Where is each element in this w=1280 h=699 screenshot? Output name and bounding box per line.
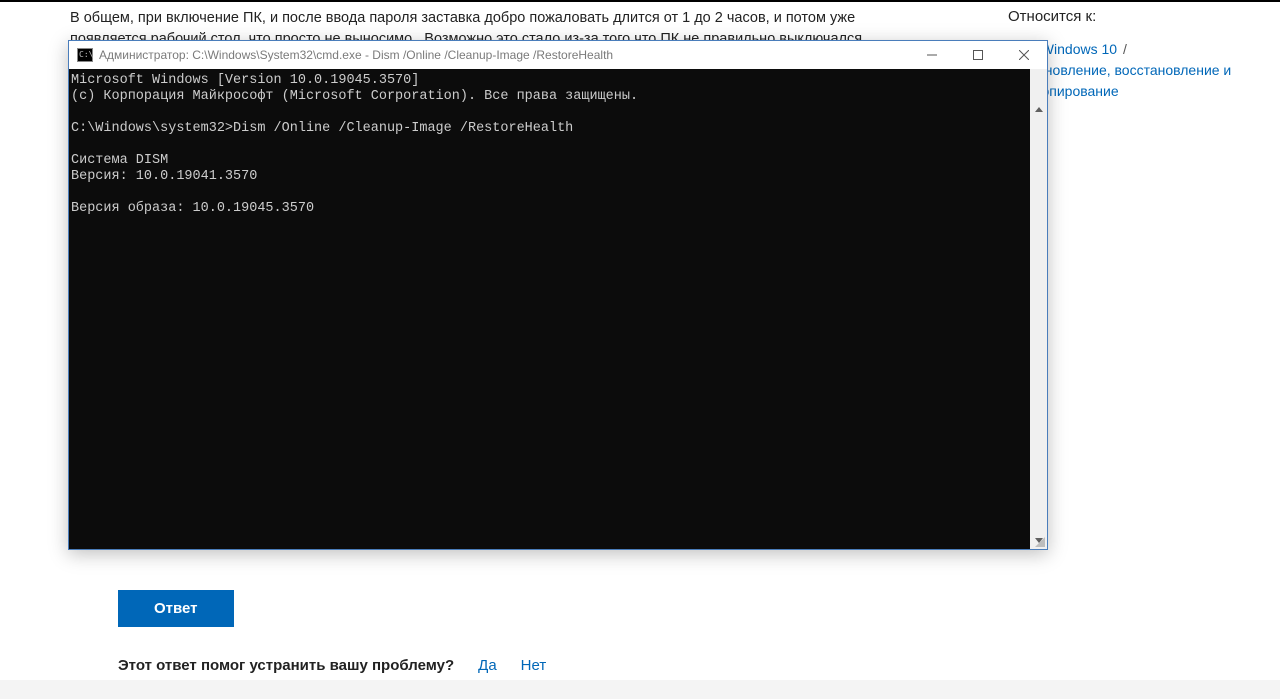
cmd-scrollbar[interactable]	[1030, 69, 1047, 549]
cmd-output[interactable]: Microsoft Windows [Version 10.0.19045.35…	[69, 69, 1047, 549]
answer-button[interactable]: Ответ	[118, 590, 234, 627]
cmd-window: C:\ Администратор: C:\Windows\System32\c…	[68, 40, 1048, 550]
feedback-no[interactable]: Нет	[521, 657, 547, 674]
feedback-question: Этот ответ помог устранить вашу проблему…	[118, 657, 454, 674]
answer-card: Ответ Этот ответ помог устранить вашу пр…	[70, 580, 908, 694]
breadcrumb-sep: /	[1121, 41, 1129, 57]
maximize-icon	[973, 50, 983, 60]
breadcrumb-row-3: ное копирование	[1008, 81, 1280, 102]
scroll-track[interactable]	[1030, 86, 1047, 532]
close-button[interactable]	[1001, 41, 1047, 69]
cmd-line: Cистема DISM	[71, 153, 168, 168]
minimize-icon	[927, 50, 937, 60]
window-controls	[909, 41, 1047, 69]
cmd-line: (c) Корпорация Майкрософт (Microsoft Cor…	[71, 89, 638, 104]
breadcrumb-windows10[interactable]: Windows 10	[1041, 41, 1117, 57]
cmd-icon: C:\	[77, 48, 93, 62]
cmd-line: Microsoft Windows [Version 10.0.19045.35…	[71, 73, 419, 88]
maximize-button[interactable]	[955, 41, 1001, 69]
cmd-line: Версия: 10.0.19041.3570	[71, 169, 257, 184]
cmd-line: C:\Windows\system32>Dism /Online /Cleanu…	[71, 121, 573, 136]
minimize-button[interactable]	[909, 41, 955, 69]
cmd-line: Версия образа: 10.0.19045.3570	[71, 201, 314, 216]
resize-grip[interactable]	[1033, 535, 1045, 547]
close-icon	[1019, 50, 1029, 60]
breadcrumb-row-1: ws / Windows 10 /	[1008, 39, 1280, 60]
feedback-yes[interactable]: Да	[478, 657, 497, 674]
cmd-titlebar[interactable]: C:\ Администратор: C:\Windows\System32\c…	[69, 41, 1047, 69]
breadcrumb-row-2: ws обновление, восстановление и	[1008, 60, 1280, 81]
cmd-title: Администратор: C:\Windows\System32\cmd.e…	[99, 48, 909, 62]
page-footer-bg	[0, 680, 1280, 699]
relates-title: Относится к:	[1008, 8, 1280, 25]
feedback-row: Этот ответ помог устранить вашу проблему…	[118, 657, 860, 674]
